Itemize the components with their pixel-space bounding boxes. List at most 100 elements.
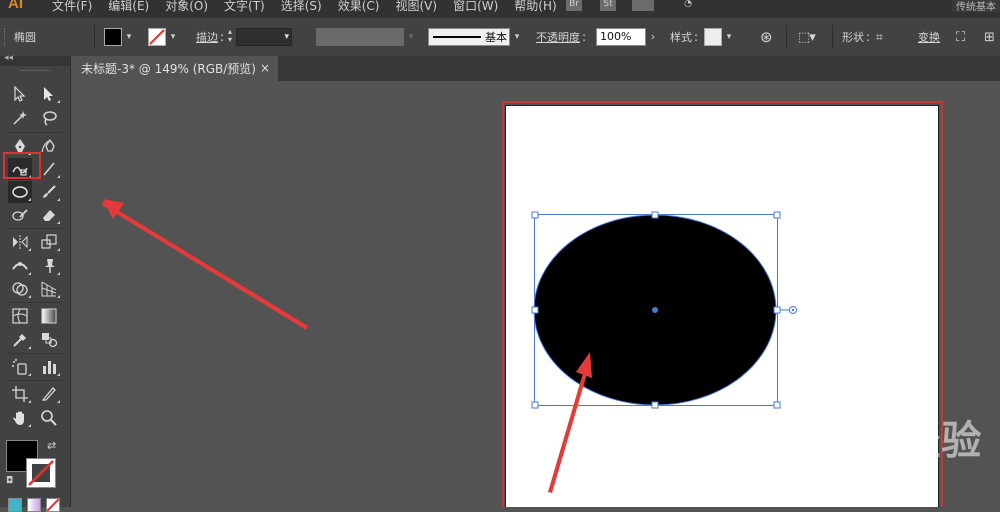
handle-middle-right[interactable] [773,306,781,314]
none-mode-icon[interactable] [46,498,60,512]
style-dropdown-icon[interactable]: ▾ [722,28,736,46]
isolate-selection-icon[interactable]: ⛶ [956,30,965,45]
handle-bottom-left[interactable] [531,401,539,409]
handle-bottom-center[interactable] [651,401,659,409]
shape-properties-icon[interactable]: ⌗ [876,30,883,45]
stroke-weight-stepper[interactable]: ▴ ▾ [224,28,236,46]
reflect-icon [13,235,28,249]
ellipse-icon [12,186,28,198]
separator [786,25,787,49]
menu-type[interactable]: 文字(T) [216,0,273,14]
symbol-sprayer-tool[interactable] [8,356,32,378]
blob-brush-icon [12,209,28,221]
transform-label[interactable]: 变换 [918,29,940,45]
mesh-icon [12,308,28,324]
shape-builder-icon [12,282,28,296]
opacity-label[interactable]: 不透明度 [536,29,580,45]
selection-tool[interactable] [8,83,32,105]
tools-panel-grip[interactable] [20,70,50,73]
default-fill-stroke-icon[interactable]: ◘ [6,476,13,486]
menu-effect[interactable]: 效果(C) [330,0,388,14]
opacity-field[interactable]: 100% [596,28,646,46]
stroke-color-swatch[interactable] [148,28,166,46]
baidu-watermark: Bai du 经验 jingyan.baidu.com [760,398,1000,488]
gpu-performance-icon[interactable]: ◔ [680,0,696,11]
tools-panel-header[interactable]: ◂◂ [0,53,70,66]
column-graph-tool[interactable] [37,356,61,378]
slice-tool[interactable] [37,383,61,405]
stroke-dropdown-icon[interactable]: ▾ [166,28,180,46]
document-tab-bar: 未标题-3* @ 149% (RGB/预览) × [71,56,1000,81]
ellipse-tool[interactable] [8,181,32,203]
eyedropper-tool[interactable] [8,329,32,351]
paintbrush-tool[interactable] [37,181,61,203]
collapse-panel-icon[interactable]: ◂◂ [4,53,13,63]
graphic-style-swatch[interactable] [704,28,723,46]
shape-builder-tool[interactable] [8,278,32,300]
fill-dropdown-icon[interactable]: ▾ [122,28,136,46]
annotation-highlight-box [3,152,41,179]
scale-tool[interactable] [37,231,61,253]
blend-icon [42,333,58,348]
hand-tool[interactable] [8,407,32,429]
stroke-color-box[interactable] [26,458,56,488]
zoom-magnifier-icon [41,410,57,426]
stroke-label[interactable]: 描边 [196,29,218,45]
eraser-tool[interactable] [37,204,61,226]
reflect-tool[interactable] [8,231,32,253]
brush-definition-field[interactable]: 基本 [428,28,510,46]
more-options-icon[interactable]: ⊞ [984,30,995,45]
arrange-documents-icon[interactable] [632,0,654,11]
align-icon[interactable]: ⬚▾ [798,30,816,45]
no-stroke-icon [28,460,54,486]
puppet-warp-tool[interactable] [37,255,61,277]
zoom-tool[interactable] [37,407,61,429]
stroke-weight-field[interactable]: ▾ [236,28,293,46]
variable-width-profile[interactable] [316,28,404,46]
no-stroke-icon [149,29,165,45]
menu-window[interactable]: 窗口(W) [445,0,506,14]
handle-top-left[interactable] [531,211,539,219]
menu-bar: AI 文件(F) 编辑(E) 对象(O) 文字(T) 选择(S) 效果(C) 视… [0,0,1000,18]
gradient-mode-icon[interactable] [27,498,41,512]
mesh-tool[interactable] [8,305,32,327]
opacity-arrow-icon[interactable]: › [646,28,660,46]
stroke-line-preview [433,36,481,38]
bridge-icon[interactable]: Br [566,0,582,11]
menu-select[interactable]: 选择(S) [273,0,330,14]
magic-wand-tool[interactable] [8,107,32,129]
control-bar-grip[interactable] [4,28,8,46]
blend-tool[interactable] [37,329,61,351]
width-tool[interactable] [8,255,32,277]
handle-middle-left[interactable] [531,306,539,314]
recolor-artwork-icon[interactable]: ⊛ [760,28,773,46]
hand-icon [13,411,24,425]
direct-selection-tool[interactable] [37,83,61,105]
perspective-grid-tool[interactable] [37,278,61,300]
stock-icon[interactable]: St [600,0,616,11]
brush-dropdown-icon[interactable]: ▾ [510,28,524,46]
shape-label[interactable]: 形状 [842,29,864,45]
menu-view[interactable]: 视图(V) [387,0,445,14]
swap-fill-stroke-icon[interactable]: ⇄ [47,439,56,452]
artboard-tool[interactable] [8,383,32,405]
handle-top-center[interactable] [651,211,659,219]
handle-top-right[interactable] [773,211,781,219]
eraser-icon [43,210,55,221]
artboard-icon [12,386,28,402]
workspace-switcher[interactable]: 传统基本 [952,0,1000,12]
color-mode-icon[interactable] [8,498,22,512]
variable-width-dropdown-icon[interactable]: ▾ [404,28,418,46]
lasso-tool[interactable] [37,107,61,129]
fill-color-swatch[interactable] [104,28,122,46]
menu-edit[interactable]: 编辑(E) [100,0,157,14]
menu-file[interactable]: 文件(F) [44,0,100,14]
separator [94,25,95,49]
lasso-icon [43,111,57,126]
document-tab[interactable]: 未标题-3* @ 149% (RGB/预览) × [71,56,278,81]
gradient-tool[interactable] [37,305,61,327]
menu-help[interactable]: 帮助(H) [506,0,564,14]
close-tab-icon[interactable]: × [260,61,270,75]
blob-brush-tool[interactable] [8,204,32,226]
menu-object[interactable]: 对象(O) [157,0,216,14]
